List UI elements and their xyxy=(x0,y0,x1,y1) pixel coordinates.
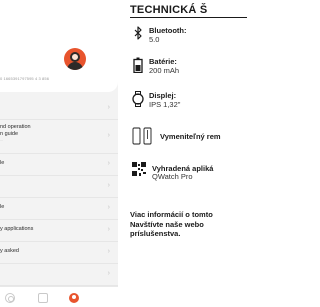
qr-code-icon xyxy=(132,162,146,176)
tab-home-icon[interactable] xyxy=(5,293,15,303)
spec-value: 200 mAh xyxy=(149,66,180,75)
menu-item[interactable]: › xyxy=(0,264,118,286)
menu-item-label: y applications xyxy=(0,226,34,232)
avatar-face xyxy=(70,52,80,62)
spec-name: Vymeniteľný rem xyxy=(160,132,221,141)
menu-item-faq[interactable]: y asked › xyxy=(0,242,118,264)
spec-value: 5.0 xyxy=(149,35,160,44)
avatar[interactable] xyxy=(64,48,86,70)
bottom-tab-bar xyxy=(0,286,118,307)
info-line: príslušenstva. xyxy=(130,229,181,238)
strap-icon xyxy=(132,127,152,145)
title-underline xyxy=(130,17,247,18)
chevron-right-icon: › xyxy=(107,104,110,111)
tab-profile-icon[interactable] xyxy=(69,293,79,303)
chevron-right-icon: › xyxy=(107,248,110,255)
phone-screenshot: 0 1665391797595 4 3 856 › nd operation n… xyxy=(0,0,118,307)
menu-item-applications[interactable]: y applications › xyxy=(0,220,118,242)
bluetooth-icon xyxy=(134,26,142,40)
menu-item-operation-guide[interactable]: nd operation n guide ... › xyxy=(0,120,118,154)
menu-item[interactable]: le › xyxy=(0,154,118,176)
spec-name: Batérie: xyxy=(149,57,177,66)
spec-panel: TECHNICKÁ Š Bluetooth: 5.0 Batérie: 200 … xyxy=(130,0,247,307)
profile-header: 0 1665391797595 4 3 856 xyxy=(0,0,118,92)
chevron-right-icon: › xyxy=(107,160,110,167)
spec-title: TECHNICKÁ Š xyxy=(130,4,208,16)
chevron-right-icon: › xyxy=(107,270,110,277)
settings-menu: › nd operation n guide ... › le › › le ›… xyxy=(0,98,118,286)
battery-icon xyxy=(133,57,143,73)
info-text: Viac informácií o tomto Navštívte naše w… xyxy=(130,210,247,239)
device-id: 0 1665391797595 4 3 856 xyxy=(0,76,50,81)
menu-item-label: y asked xyxy=(0,248,19,254)
chevron-right-icon: › xyxy=(107,226,110,233)
avatar-body xyxy=(67,62,83,70)
menu-item-label: le xyxy=(0,204,5,210)
info-line: Navštívte naše webo xyxy=(130,219,204,229)
spec-value: IPS 1,32" xyxy=(149,100,181,109)
spec-name: Displej: xyxy=(149,91,177,100)
menu-item-description: ... xyxy=(0,138,3,142)
watch-display-icon xyxy=(132,91,144,107)
info-line: Viac informácií o tomto xyxy=(130,210,213,219)
spec-value: QWatch Pro xyxy=(152,172,193,181)
menu-item[interactable]: › xyxy=(0,98,118,120)
spec-name: Bluetooth: xyxy=(149,26,187,35)
chevron-right-icon: › xyxy=(107,132,110,139)
menu-item[interactable]: le › xyxy=(0,198,118,220)
menu-item[interactable]: › xyxy=(0,176,118,198)
menu-item-label: le xyxy=(0,160,5,166)
menu-item-label: nd operation n guide xyxy=(0,124,31,137)
tab-device-icon[interactable] xyxy=(38,293,48,303)
chevron-right-icon: › xyxy=(107,182,110,189)
chevron-right-icon: › xyxy=(107,204,110,211)
